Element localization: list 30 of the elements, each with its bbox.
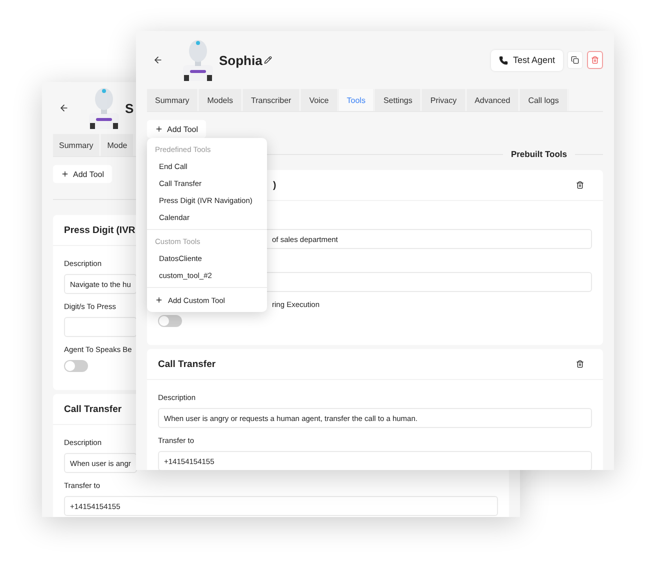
tab[interactable]: Advanced <box>466 89 520 111</box>
plus-icon <box>155 296 163 304</box>
tab[interactable]: Voice <box>301 89 339 111</box>
tab[interactable]: Settings <box>375 89 422 111</box>
tab[interactable]: Models <box>199 89 244 111</box>
section-label: Prebuilt Tools <box>510 149 567 159</box>
phone-icon <box>498 56 508 64</box>
agent-name: S <box>125 100 134 116</box>
tab[interactable]: Summary <box>53 134 102 156</box>
tab[interactable]: Privacy <box>422 89 467 111</box>
plus-icon <box>61 170 69 178</box>
card-title: Call Transfer <box>64 404 122 414</box>
copy-icon[interactable] <box>567 51 583 69</box>
tab[interactable]: Call logs <box>520 89 569 111</box>
test-agent-button[interactable]: Test Agent <box>490 50 563 70</box>
tab[interactable]: Mode <box>101 134 136 156</box>
agent-name: Sophia <box>219 52 262 68</box>
plus-icon <box>155 125 163 133</box>
add-tool-button[interactable]: Add Tool <box>53 165 112 183</box>
tab[interactable]: Summary <box>147 89 200 111</box>
card-title: ) <box>273 180 276 190</box>
add-tool-button[interactable]: Add Tool <box>147 120 206 138</box>
tab[interactable]: Transcriber <box>243 89 302 111</box>
delete-icon[interactable] <box>576 360 584 368</box>
pencil-icon[interactable] <box>264 56 272 64</box>
card-title: Call Transfer <box>158 358 216 370</box>
toggle-switch[interactable] <box>64 360 88 372</box>
toggle-switch[interactable] <box>158 315 182 327</box>
card-title: Press Digit (IVR <box>64 224 136 236</box>
delete-icon[interactable] <box>576 181 584 189</box>
